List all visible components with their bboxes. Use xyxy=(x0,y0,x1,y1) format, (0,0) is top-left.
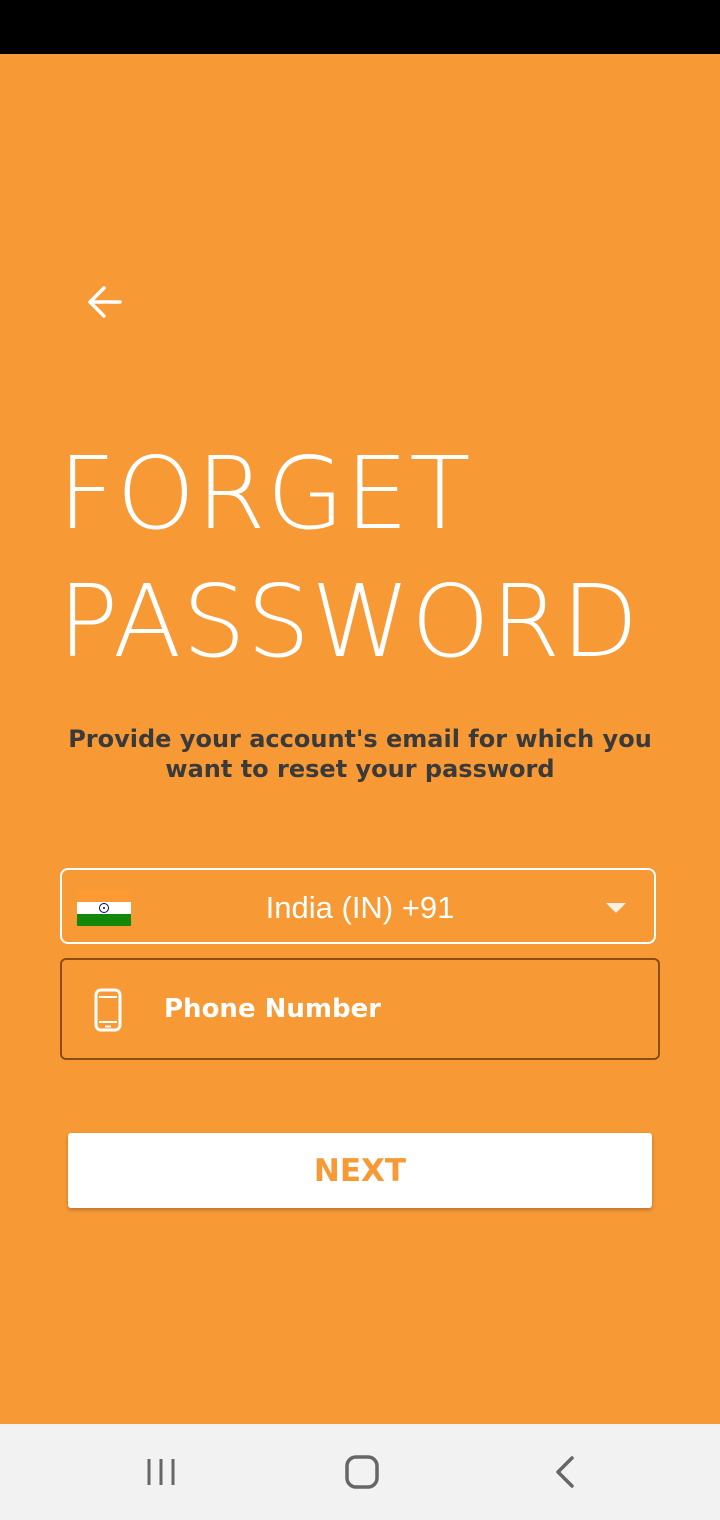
system-back-button[interactable] xyxy=(534,1448,594,1496)
page-title-line-2: PASSWORD xyxy=(58,563,640,680)
country-code-label: India (IN) +91 xyxy=(265,890,455,925)
page-subtitle: Provide your account's email for which y… xyxy=(68,725,652,783)
home-button[interactable] xyxy=(332,1448,392,1496)
phone-number-placeholder: Phone Number xyxy=(164,994,382,1024)
next-button[interactable]: NEXT xyxy=(68,1133,652,1208)
caret-down-icon xyxy=(606,903,626,913)
recent-apps-icon xyxy=(147,1459,175,1485)
country-code-select[interactable]: India (IN) +91 xyxy=(60,868,656,944)
arrow-left-icon xyxy=(88,286,122,318)
system-navigation-bar xyxy=(0,1424,720,1520)
smartphone-icon xyxy=(94,988,122,1032)
back-button[interactable] xyxy=(80,282,128,322)
status-bar xyxy=(0,0,720,54)
page-title: FORGET PASSWORD xyxy=(58,430,698,686)
page-title-line-1: FORGET xyxy=(58,435,472,552)
back-chevron-icon xyxy=(556,1456,574,1488)
home-icon xyxy=(345,1455,379,1489)
phone-number-input[interactable]: Phone Number xyxy=(60,958,660,1060)
next-button-label: NEXT xyxy=(313,1152,407,1189)
recent-apps-button[interactable] xyxy=(131,1448,191,1496)
